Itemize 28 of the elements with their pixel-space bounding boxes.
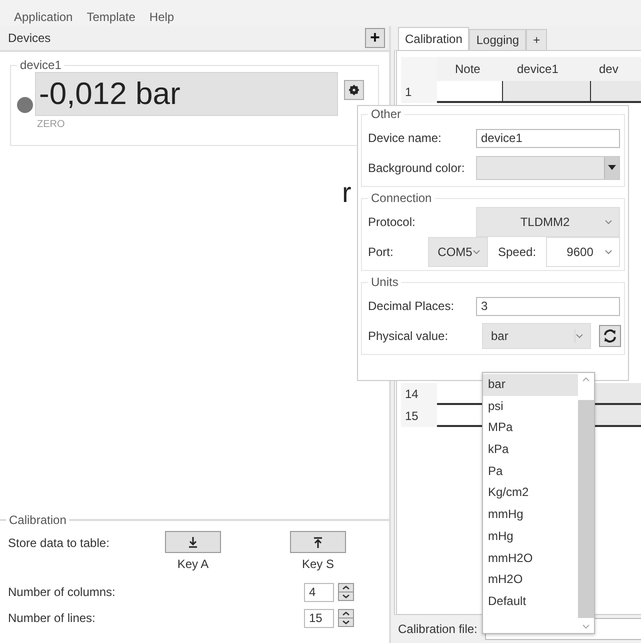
store-label: Store data to table: [8, 535, 110, 550]
key-label: Key S [302, 557, 334, 571]
field-label: Protocol: [368, 215, 416, 229]
field-label: Physical value: [368, 329, 450, 343]
group-title: Connection [370, 191, 433, 205]
spinner-label: Number of lines: [8, 611, 96, 625]
field-label: Device name: [368, 131, 442, 145]
column-header: dev [591, 57, 641, 81]
status-label: ZERO [37, 119, 66, 130]
group-title: Units [370, 275, 400, 289]
field-label: Speed: [498, 245, 536, 259]
row-header: 15 [401, 405, 437, 427]
field-label: Decimal Places: [368, 299, 456, 313]
field-label: Port: [368, 245, 394, 259]
field-label: Background color: [368, 161, 466, 175]
clipped-text: r [342, 177, 352, 209]
key-label: Key A [177, 557, 209, 571]
column-header: device1 [503, 57, 591, 81]
column-header: Note [437, 57, 503, 81]
row-header: 14 [401, 383, 437, 405]
reading-display: -0,012 bar [35, 72, 338, 116]
row-header: 1 [401, 81, 437, 103]
file-label: Calibration file: [398, 622, 478, 636]
panel-title: Devices [8, 31, 51, 45]
group-title: Other [370, 107, 402, 121]
device-name: device1 [19, 58, 62, 72]
group-title: Calibration [8, 513, 68, 527]
spinner-label: Number of columns: [8, 585, 116, 599]
